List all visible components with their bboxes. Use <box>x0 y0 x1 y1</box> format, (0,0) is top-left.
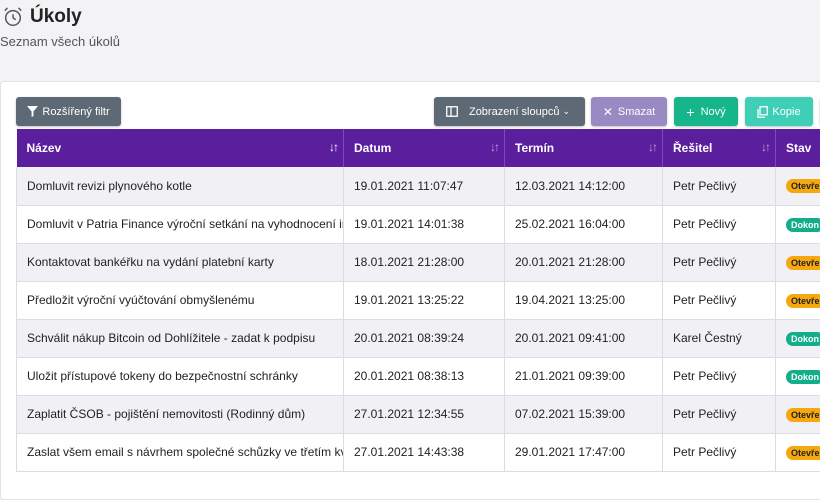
column-header-assignee[interactable]: Řešitel ↓↑ <box>662 129 776 167</box>
status-badge: Otevře <box>786 255 820 270</box>
cell-name: Domluvit v Patria Finance výroční setkán… <box>16 205 344 244</box>
column-display-button[interactable]: Zobrazení sloupců ⌄ <box>434 97 585 126</box>
column-header-label: Stav <box>786 141 812 155</box>
table-row[interactable]: Domluvit v Patria Finance výroční setkán… <box>16 205 820 244</box>
cell-status: Dokon <box>775 205 820 244</box>
table-row[interactable]: Uložit přístupové tokeny do bezpečnostní… <box>16 357 820 396</box>
cell-deadline: 20.01.2021 09:41:00 <box>504 319 663 358</box>
cell-name: Domluvit revizi plynového kotle <box>16 167 344 206</box>
copy-button[interactable]: Kopie <box>745 97 813 126</box>
sort-icon[interactable]: ↓↑ <box>761 140 771 154</box>
columns-icon <box>446 106 458 117</box>
alarm-clock-icon <box>4 7 22 26</box>
column-header-status[interactable]: Stav <box>775 129 820 167</box>
cell-name: Kontaktovat bankéřku na vydání platební … <box>16 243 344 282</box>
column-header-deadline[interactable]: Termín ↓↑ <box>504 129 663 167</box>
copy-label: Kopie <box>772 105 801 118</box>
table-row[interactable]: Zaslat všem email s návrhem společné sch… <box>16 433 820 472</box>
advanced-filter-label: Rozšířený filtr <box>42 105 110 118</box>
status-badge: Dokon <box>786 331 820 346</box>
cell-date: 19.01.2021 13:25:22 <box>343 281 505 320</box>
column-header-date[interactable]: Datum ↓↑ <box>343 129 505 167</box>
cell-assignee: Petr Pečlivý <box>662 243 776 282</box>
cell-deadline: 20.01.2021 21:28:00 <box>504 243 663 282</box>
new-button[interactable]: + Nový <box>674 97 738 126</box>
cell-deadline: 21.01.2021 09:39:00 <box>504 357 663 396</box>
advanced-filter-button[interactable]: Rozšířený filtr <box>16 97 121 126</box>
cell-status: Otevře <box>775 281 820 320</box>
cell-date: 27.01.2021 14:43:38 <box>343 433 505 472</box>
delete-button[interactable]: ✕ Smazat <box>591 97 667 126</box>
cell-assignee: Petr Pečlivý <box>662 433 776 472</box>
tasks-table: Název ↓↑ Datum ↓↑ Termín ↓↑ Řešitel ↓↑ Stav … <box>16 129 820 472</box>
cell-name: Zaplatit ČSOB - pojištění nemovitosti (R… <box>16 395 344 434</box>
table-row[interactable]: Schválit nákup Bitcoin od Dohlížitele - … <box>16 319 820 358</box>
status-badge: Dokon <box>786 369 820 384</box>
cell-date: 18.01.2021 21:28:00 <box>343 243 505 282</box>
table-row[interactable]: Zaplatit ČSOB - pojištění nemovitosti (R… <box>16 395 820 434</box>
cell-deadline: 12.03.2021 14:12:00 <box>504 167 663 206</box>
cell-date: 20.01.2021 08:38:13 <box>343 357 505 396</box>
page-header: Úkoly Seznam všech úkolů <box>0 0 820 80</box>
status-badge: Otevře <box>786 445 820 460</box>
table-row[interactable]: Předložit výroční vyúčtování obmyšlenému… <box>16 281 820 320</box>
toolbar: Rozšířený filtr Zobrazení sloupců ⌄ ✕ Sm… <box>16 97 820 127</box>
sort-icon[interactable]: ↓↑ <box>648 140 658 154</box>
column-header-label: Řešitel <box>673 141 713 155</box>
close-icon: ✕ <box>602 104 613 119</box>
cell-assignee: Petr Pečlivý <box>662 167 776 206</box>
cell-assignee: Petr Pečlivý <box>662 357 776 396</box>
cell-date: 19.01.2021 14:01:38 <box>343 205 505 244</box>
cell-deadline: 25.02.2021 16:04:00 <box>504 205 663 244</box>
cell-deadline: 29.01.2021 17:47:00 <box>504 433 663 472</box>
status-badge: Otevře <box>786 179 820 194</box>
copy-icon <box>757 105 769 118</box>
cell-status: Otevře <box>775 167 820 206</box>
cell-date: 19.01.2021 11:07:47 <box>343 167 505 206</box>
cell-status: Otevře <box>775 395 820 434</box>
page-subtitle: Seznam všech úkolů <box>0 34 120 49</box>
cell-assignee: Karel Čestný <box>662 319 776 358</box>
chevron-down-icon: ⌄ <box>562 106 571 116</box>
cell-assignee: Petr Pečlivý <box>662 205 776 244</box>
cell-date: 27.01.2021 12:34:55 <box>343 395 505 434</box>
cell-assignee: Petr Pečlivý <box>662 281 776 320</box>
delete-label: Smazat <box>617 105 656 118</box>
cell-status: Dokon <box>775 357 820 396</box>
table-header-row: Název ↓↑ Datum ↓↑ Termín ↓↑ Řešitel ↓↑ Stav <box>16 129 820 167</box>
cell-date: 20.01.2021 08:39:24 <box>343 319 505 358</box>
status-badge: Dokon <box>786 217 820 232</box>
cell-deadline: 07.02.2021 15:39:00 <box>504 395 663 434</box>
column-header-label: Název <box>26 141 62 155</box>
new-label: Nový <box>700 105 726 118</box>
column-header-name[interactable]: Název ↓↑ <box>16 129 344 167</box>
table-row[interactable]: Kontaktovat bankéřku na vydání platební … <box>16 243 820 282</box>
cell-name: Zaslat všem email s návrhem společné sch… <box>16 433 344 472</box>
sort-icon[interactable]: ↓↑ <box>329 140 339 154</box>
cell-status: Dokon <box>775 319 820 358</box>
cell-status: Otevře <box>775 433 820 472</box>
plus-icon: + <box>686 103 695 120</box>
status-badge: Otevře <box>786 293 820 308</box>
table-row[interactable]: Domluvit revizi plynového kotle 19.01.20… <box>16 167 820 206</box>
status-badge: Otevře <box>786 407 820 422</box>
cell-deadline: 19.04.2021 13:25:00 <box>504 281 663 320</box>
page-title: Úkoly <box>30 6 82 27</box>
filter-icon <box>27 106 39 117</box>
column-display-label: Zobrazení sloupců <box>468 105 560 118</box>
sort-icon[interactable]: ↓↑ <box>490 140 500 154</box>
cell-name: Předložit výroční vyúčtování obmyšlenému <box>16 281 344 320</box>
cell-name: Uložit přístupové tokeny do bezpečnostní… <box>16 357 344 396</box>
tasks-card: Rozšířený filtr Zobrazení sloupců ⌄ ✕ Sm… <box>0 81 820 500</box>
cell-assignee: Petr Pečlivý <box>662 395 776 434</box>
title-row: Úkoly <box>2 6 82 28</box>
column-header-label: Datum <box>354 141 392 155</box>
cell-status: Otevře <box>775 243 820 282</box>
cell-name: Schválit nákup Bitcoin od Dohlížitele - … <box>16 319 344 358</box>
column-header-label: Termín <box>515 141 555 155</box>
